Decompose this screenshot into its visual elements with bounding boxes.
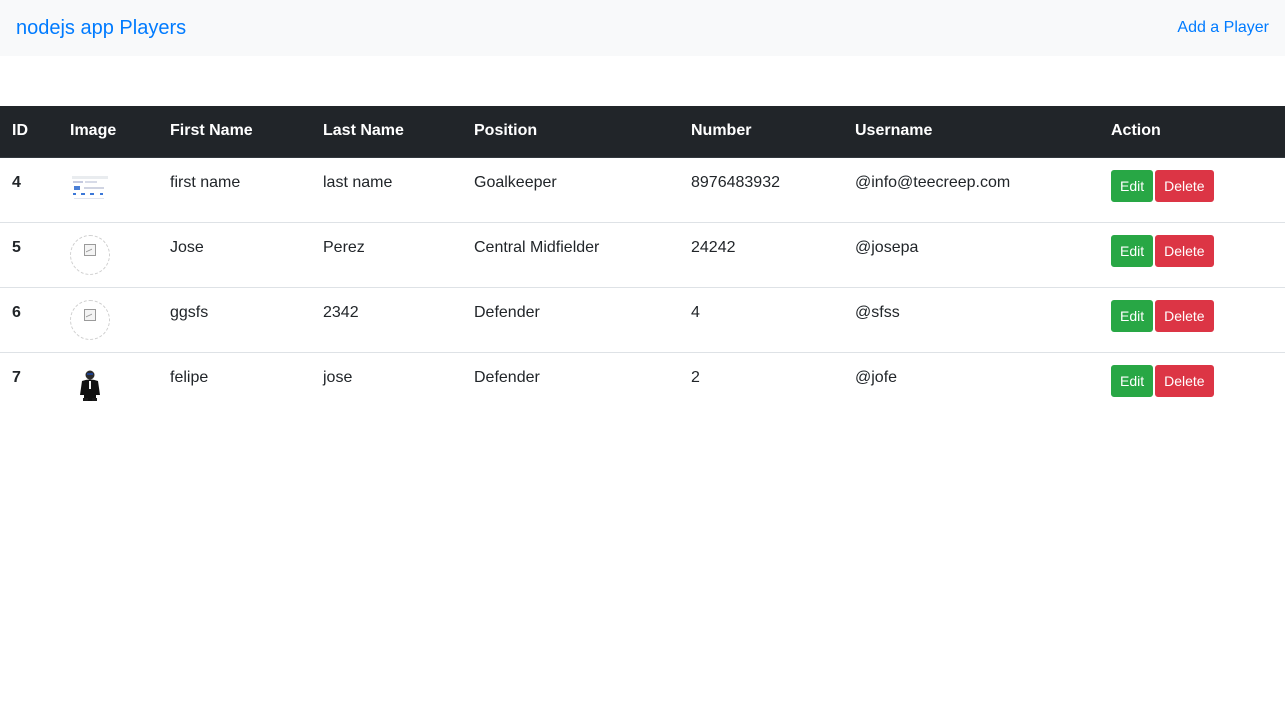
cell-actions: Edit Delete [1099,286,1285,352]
column-header-first-name: First Name [158,106,311,158]
cell-first-name: ggsfs [158,286,311,352]
edit-button[interactable]: Edit [1111,364,1154,397]
cell-id: 6 [0,286,58,352]
table-header: ID Image First Name Last Name Position N… [0,106,1285,158]
cell-image [58,351,158,417]
brand-link[interactable]: nodejs app Players [16,17,186,40]
column-header-position: Position [462,106,679,158]
delete-button[interactable]: Delete [1155,364,1214,397]
cell-number: 8976483932 [691,173,780,191]
table-body: 4 first name last name Goalkeeper 897648… [0,157,1285,417]
cell-actions: Edit Delete [1099,157,1285,222]
player-image-screenshot [70,173,110,204]
delete-button[interactable]: Delete [1155,299,1214,332]
broken-image-icon [70,234,110,275]
cell-position: Central Midfielder [462,221,679,287]
cell-username: @josepa [843,221,1099,287]
cell-number: 24242 [679,221,843,287]
cell-position: Goalkeeper [474,173,557,191]
table-row: 5 Jose Perez Central Midfielder 24242 @j… [0,221,1285,287]
cell-id: 7 [0,351,58,417]
players-table: ID Image First Name Last Name Position N… [0,106,1285,417]
cell-image [58,157,158,222]
column-header-action: Action [1099,106,1285,158]
add-player-link[interactable]: Add a Player [1177,19,1269,37]
edit-button[interactable]: Edit [1111,234,1154,267]
players-table-container: ID Image First Name Last Name Position N… [0,106,1285,417]
cell-first-name: first name [170,173,241,191]
cell-actions: Edit Delete [1099,351,1285,417]
table-header-row: ID Image First Name Last Name Position N… [0,106,1285,158]
table-row: 6 ggsfs 2342 Defender 4 @sfss Edit Delete [0,286,1285,352]
cell-username: @sfss [843,286,1099,352]
cell-last-name: 2342 [311,286,462,352]
cell-position: Defender [462,351,679,417]
column-header-number: Number [679,106,843,158]
navbar: nodejs app Players Add a Player [0,0,1285,56]
cell-username: @jofe [843,351,1099,417]
player-photo [80,370,100,401]
column-header-image: Image [58,106,158,158]
cell-id: 4 [12,173,21,191]
cell-last-name: Perez [311,221,462,287]
cell-id: 5 [0,221,58,287]
cell-last-name: jose [311,351,462,417]
edit-button[interactable]: Edit [1111,299,1154,332]
delete-button[interactable]: Delete [1155,234,1214,267]
cell-first-name: Jose [158,221,311,287]
column-header-username: Username [843,106,1099,158]
cell-number: 2 [679,351,843,417]
table-row: 7 felipe jose Defender 2 @jofe Edit Dele… [0,351,1285,417]
edit-button[interactable]: Edit [1111,169,1154,202]
table-row: 4 first name last name Goalkeeper 897648… [0,157,1285,222]
column-header-id: ID [0,106,58,158]
cell-actions: Edit Delete [1099,221,1285,287]
cell-username: @info@teecreep.com [855,173,1011,191]
column-header-last-name: Last Name [311,106,462,158]
cell-image [58,221,158,287]
cell-number: 4 [679,286,843,352]
delete-button[interactable]: Delete [1155,169,1214,202]
cell-image [58,286,158,352]
cell-last-name: last name [323,173,393,191]
broken-image-icon [70,299,110,340]
cell-position: Defender [462,286,679,352]
cell-first-name: felipe [158,351,311,417]
